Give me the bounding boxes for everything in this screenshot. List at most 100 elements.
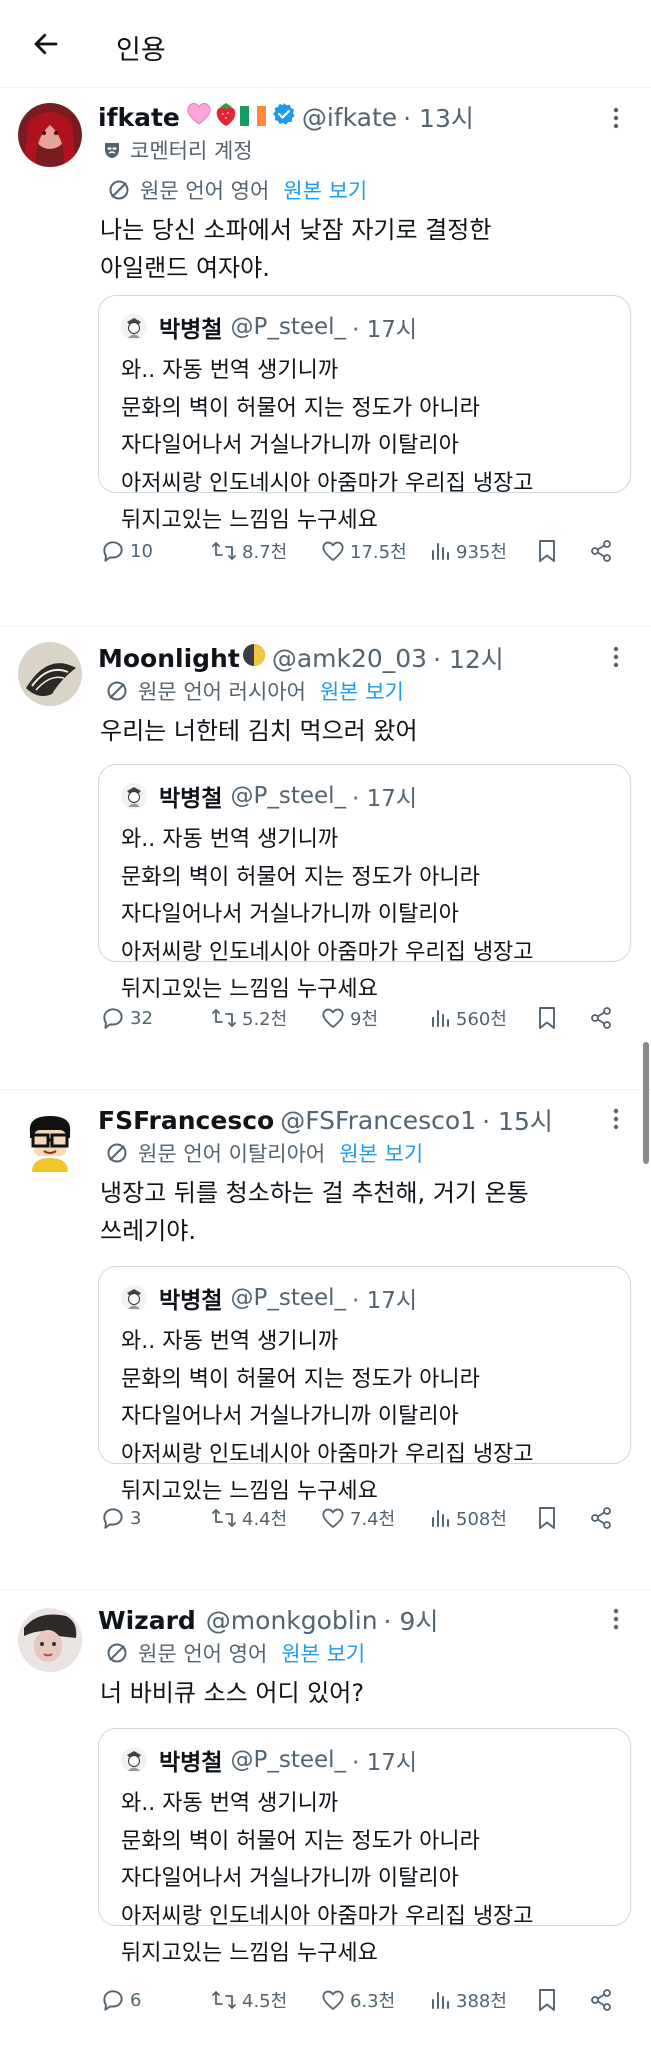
tweet-text: 우리는 너한테 김치 먹으러 왔어 (100, 717, 418, 745)
reply-button[interactable]: 3 (100, 1498, 141, 1538)
avatar[interactable] (18, 1108, 82, 1172)
more-options-button[interactable] (601, 1104, 631, 1134)
tweet-text: 냉장고 뒤를 청소하는 걸 추천해, 거기 온통 쓰레기야. (100, 1179, 529, 1245)
moon-emoji-icon (242, 643, 266, 673)
view-count: 388천 (456, 1991, 507, 2012)
quoted-tweet[interactable]: 박병철 @P_steel_ · 17시 와.. 자동 번역 생기니까 문화의 벽… (98, 295, 631, 533)
retweet-count: 8.7천 (242, 542, 288, 563)
tweet-text: 너 바비큐 소스 어디 있어? (100, 1679, 365, 1707)
handle[interactable]: @FSFrancesco1 (280, 1106, 476, 1135)
bookmark-button[interactable] (536, 531, 562, 571)
show-original-link[interactable]: 원본 보기 (339, 1138, 423, 1168)
bookmark-button[interactable] (536, 1498, 562, 1538)
like-count: 6.3천 (350, 1991, 396, 2012)
quoted-tweet[interactable]: 박병철 @P_steel_ · 17시 와.. 자동 번역 생기니까 문화의 벽… (98, 1728, 631, 1966)
views-button[interactable]: 508천 (428, 1498, 507, 1538)
tweet-card[interactable]: Wizard @monkgoblin · 9시 원문 언어 영어 원본 보기 너… (0, 1590, 651, 2048)
scrollbar-thumb[interactable] (643, 1042, 649, 1164)
like-button[interactable]: 6.3천 (320, 1980, 395, 2020)
reply-icon (103, 541, 123, 562)
verified-badge-icon (272, 102, 296, 132)
heart-icon (322, 1008, 344, 1028)
quoted-display-name: 박병철 (159, 1750, 223, 1776)
reply-button[interactable]: 10 (100, 531, 153, 571)
handle[interactable]: @monkgoblin (206, 1606, 378, 1635)
heart-icon (322, 1508, 344, 1528)
show-original-link[interactable]: 원본 보기 (320, 676, 404, 706)
avatar[interactable] (18, 1608, 82, 1672)
translation-notice: 원문 언어 러시아어 원본 보기 (106, 674, 404, 708)
tweet-header: Wizard @monkgoblin · 9시 (98, 1602, 438, 1638)
retweet-button[interactable]: 4.4천 (210, 1498, 287, 1538)
view-count: 935천 (456, 542, 507, 563)
more-vertical-icon (613, 1608, 619, 1630)
translation-notice: 원문 언어 이탈리아어 원본 보기 (106, 1136, 423, 1170)
share-button[interactable] (588, 531, 618, 571)
timestamp[interactable]: · 15시 (482, 1102, 553, 1138)
like-count: 7.4천 (350, 1509, 396, 1530)
display-name[interactable]: Wizard (98, 1606, 196, 1635)
bookmark-button[interactable] (536, 1980, 562, 2020)
retweet-icon (212, 1009, 236, 1027)
handle[interactable]: @amk20_03 (272, 644, 427, 673)
share-button[interactable] (588, 998, 618, 1038)
bookmark-button[interactable] (536, 998, 562, 1038)
like-count: 17.5천 (350, 542, 407, 563)
share-icon (591, 1989, 611, 2011)
timestamp[interactable]: · 12시 (433, 640, 504, 676)
ireland-flag-icon (239, 103, 266, 132)
retweet-button[interactable]: 8.7천 (210, 531, 287, 571)
display-name[interactable]: FSFrancesco (98, 1106, 274, 1135)
more-vertical-icon (613, 107, 619, 129)
more-options-button[interactable] (601, 642, 631, 672)
retweet-count: 4.5천 (242, 1991, 288, 2012)
like-button[interactable]: 17.5천 (320, 531, 407, 571)
tweet-card[interactable]: Moonlight @amk20_03 · 12시 원문 언어 러시아어 원본 … (0, 628, 651, 1090)
account-label: 코멘터리 계정 (102, 135, 253, 165)
quoted-handle: @P_steel_ (230, 1747, 347, 1773)
quoted-tweet-text: 와.. 자동 번역 생기니까 문화의 벽이 허물어 지는 정도가 아니라 자다일… (121, 827, 534, 1002)
retweet-button[interactable]: 5.2천 (210, 998, 287, 1038)
show-original-link[interactable]: 원본 보기 (281, 1638, 365, 1668)
quoted-tweet[interactable]: 박병철 @P_steel_ · 17시 와.. 자동 번역 생기니까 문화의 벽… (98, 1266, 631, 1504)
strawberry-emoji-icon (214, 101, 238, 133)
views-button[interactable]: 388천 (428, 1980, 507, 2020)
reply-button[interactable]: 6 (100, 1980, 141, 2020)
reply-button[interactable]: 32 (100, 998, 153, 1038)
retweet-icon (212, 542, 236, 560)
share-button[interactable] (588, 1980, 618, 2020)
handle[interactable]: @ifkate (302, 103, 397, 132)
timestamp[interactable]: · 9시 (384, 1602, 439, 1638)
timestamp[interactable]: · 13시 (403, 99, 474, 135)
views-button[interactable]: 560천 (428, 998, 507, 1038)
retweet-button[interactable]: 4.5천 (210, 1980, 287, 2020)
quoted-tweet[interactable]: 박병철 @P_steel_ · 17시 와.. 자동 번역 생기니까 문화의 벽… (98, 764, 631, 1002)
avatar[interactable] (18, 642, 82, 706)
back-button[interactable] (28, 26, 64, 62)
display-name[interactable]: Moonlight (98, 644, 240, 673)
tweet-actions: 32 5.2천 9천 560천 (98, 998, 618, 1038)
bookmark-icon (539, 1989, 555, 2011)
avatar[interactable] (18, 103, 82, 167)
tweet-card[interactable]: ifkate @ifkate · 13시 코멘터리 계정 원문 언어 영어 원본… (0, 89, 651, 627)
reply-count: 32 (130, 1007, 153, 1029)
views-button[interactable]: 935천 (428, 531, 507, 571)
quoted-tweet-text: 와.. 자동 번역 생기니까 문화의 벽이 허물어 지는 정도가 아니라 자다일… (121, 358, 534, 533)
more-options-button[interactable] (601, 1604, 631, 1634)
translation-notice: 원문 언어 영어 원본 보기 (108, 173, 367, 207)
like-button[interactable]: 7.4천 (320, 1498, 395, 1538)
tweet-card[interactable]: FSFrancesco @FSFrancesco1 · 15시 원문 언어 이탈… (0, 1090, 651, 1590)
quoted-tweet-header: 박병철 @P_steel_ · 17시 (121, 310, 417, 344)
quoted-tweet-header: 박병철 @P_steel_ · 17시 (121, 779, 417, 813)
show-original-link[interactable]: 원본 보기 (283, 175, 367, 205)
more-options-button[interactable] (601, 103, 631, 133)
display-name[interactable]: ifkate (98, 103, 180, 132)
like-button[interactable]: 9천 (320, 998, 378, 1038)
quoted-timestamp: · 17시 (352, 1750, 418, 1776)
share-button[interactable] (588, 1498, 618, 1538)
reply-icon (103, 1008, 123, 1029)
reply-count: 6 (130, 1989, 142, 2011)
quoted-handle: @P_steel_ (230, 783, 347, 809)
translation-source-language: 원문 언어 영어 (140, 179, 270, 203)
tweet-header: ifkate @ifkate · 13시 (98, 99, 474, 135)
